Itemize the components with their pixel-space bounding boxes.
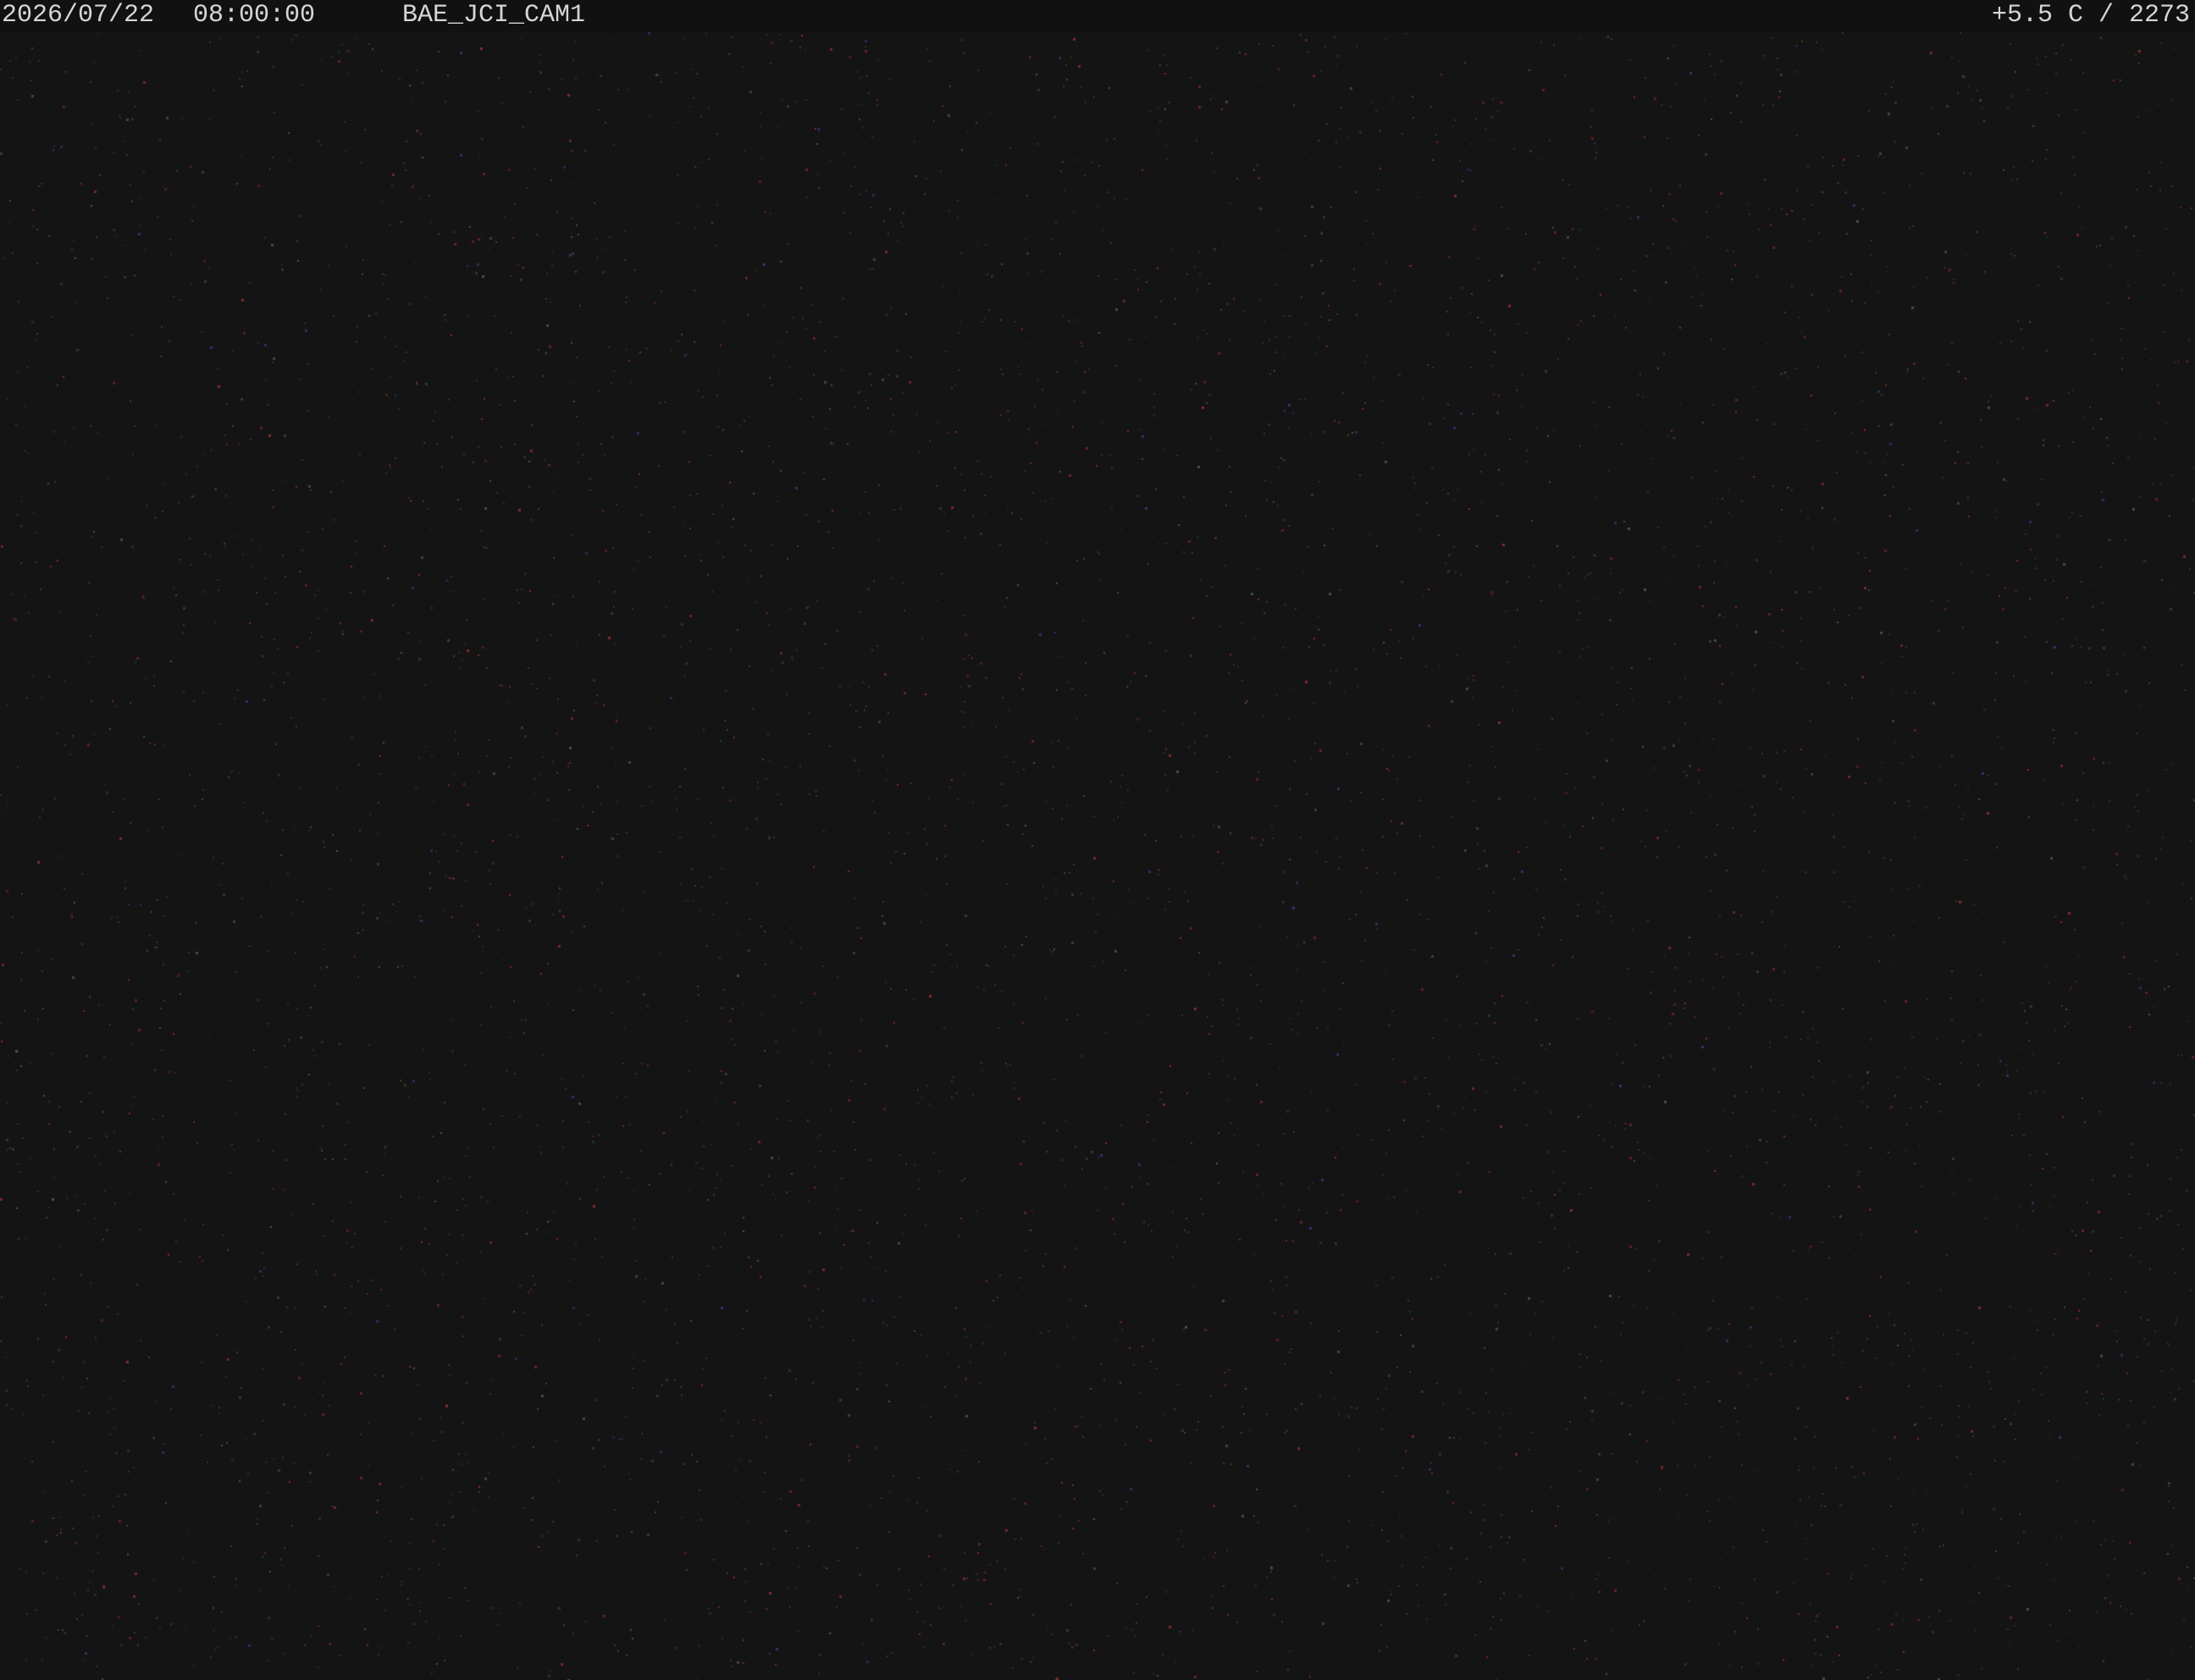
osd-header-bar — [0, 0, 2195, 32]
osd-date: 2026/07/22 — [2, 1, 155, 30]
osd-sensor-reading: +5.5 C / 2273 — [1991, 1, 2190, 30]
camera-frame: 2026/07/22 08:00:00 BAE_JCI_CAM1 +5.5 C … — [0, 0, 2195, 1680]
osd-time: 08:00:00 — [193, 1, 316, 30]
night-sky-noise — [0, 32, 2195, 1680]
osd-camera-id: BAE_JCI_CAM1 — [402, 1, 586, 30]
